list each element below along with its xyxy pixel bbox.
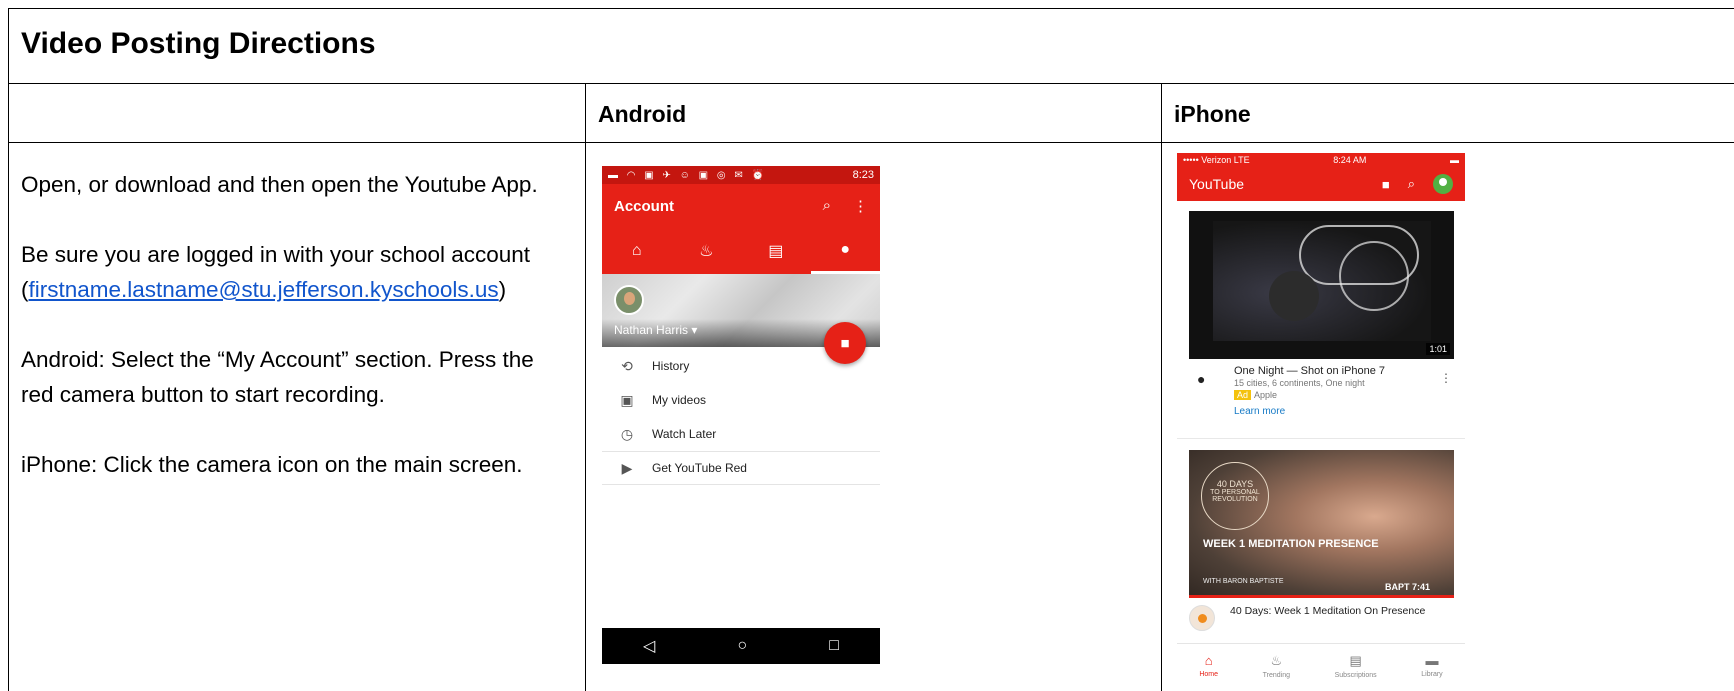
- apple-logo-icon: ●: [1197, 371, 1206, 387]
- progress-bar: [1189, 595, 1454, 598]
- android-tab-bar: ⌂ ♨ ▤ ●: [602, 228, 880, 274]
- iphone-time: 8:24 AM: [1333, 155, 1367, 165]
- login-text-end: ): [498, 277, 507, 302]
- account-name-text: Nathan Harris: [614, 323, 689, 337]
- header-blank-cell: [9, 84, 586, 143]
- iphone-screenshot-cell: ••••• Verizon LTE 8:24 AM ▬ YouTube ■ ⌕ …: [1162, 143, 1734, 691]
- ad-label: Ad Apple: [1234, 390, 1277, 400]
- folder-icon: ▬: [1425, 653, 1439, 668]
- battery-icon: ▬: [1450, 155, 1459, 165]
- iphone-screenshot: ••••• Verizon LTE 8:24 AM ▬ YouTube ■ ⌕ …: [1177, 153, 1465, 687]
- android-app-bar: Account ⌕ ⋮: [602, 184, 880, 228]
- more-vert-icon[interactable]: ⋮: [853, 197, 868, 215]
- record-camera-button[interactable]: ■: [824, 322, 866, 364]
- badge-sub: TO PERSONAL REVOLUTION: [1210, 489, 1260, 503]
- video-subtitle: 15 cities, 6 continents, One night: [1234, 378, 1365, 388]
- search-icon[interactable]: ⌕: [823, 197, 831, 215]
- avatar: [614, 285, 644, 315]
- android-nav-bar: ◁ ○ □: [602, 628, 880, 664]
- thumbnail-figure: [1269, 271, 1319, 321]
- android-screenshot-cell: ▬ ◠ ▣ ✈ ☺ ▣ ◎ ✉ ⏰ 8:23 Account ⌕ ⋮ ⌂ ♨ ▤ …: [586, 143, 1162, 691]
- instruction-android: Android: Select the “My Account” section…: [21, 347, 534, 407]
- menu-label: Get YouTube Red: [652, 461, 747, 475]
- thumbnail-with-text: WITH BARON BAPTISTE: [1203, 578, 1284, 585]
- tab-label: Home: [1199, 671, 1218, 678]
- menu-item-my-videos[interactable]: ▣ My videos: [602, 383, 880, 417]
- iphone-header: iPhone: [1174, 101, 1251, 127]
- account-tab-icon[interactable]: ●: [810, 228, 880, 274]
- thumbnail-neon: [1339, 241, 1409, 311]
- trending-icon: ♨: [1270, 652, 1283, 668]
- android-screenshot: ▬ ◠ ▣ ✈ ☺ ▣ ◎ ✉ ⏰ 8:23 Account ⌕ ⋮ ⌂ ♨ ▤ …: [602, 166, 880, 664]
- video-duration: 1:01: [1426, 343, 1450, 355]
- video-1-meta: ● One Night — Shot on iPhone 7 15 cities…: [1189, 365, 1454, 425]
- video-duration: BAPT 7:41: [1384, 582, 1430, 592]
- instructions-cell: Open, or download and then open the Yout…: [9, 143, 586, 691]
- menu-label: Watch Later: [652, 427, 717, 441]
- iphone-tab-bar: ⌂ Home ♨ Trending ▤ Subscriptions ▬ Library: [1177, 643, 1465, 687]
- menu-label: History: [652, 359, 690, 373]
- camera-icon: ■: [840, 334, 850, 352]
- status-icons: ▬ ◠ ▣ ✈ ☺ ▣ ◎ ✉ ⏰: [608, 169, 767, 181]
- home-tab-icon[interactable]: ⌂: [602, 228, 672, 274]
- thumbnail-overlay-text: WEEK 1 MEDITATION PRESENCE: [1203, 538, 1379, 550]
- instruction-iphone: iPhone: Click the camera icon on the mai…: [21, 452, 523, 477]
- subscriptions-tab-icon[interactable]: ▤: [741, 228, 811, 274]
- tab-label: Trending: [1262, 671, 1290, 679]
- my-videos-icon: ▣: [620, 391, 634, 408]
- tab-trending[interactable]: ♨ Trending: [1263, 653, 1290, 679]
- clock-icon: ◷: [620, 425, 634, 442]
- more-vert-icon[interactable]: ⋮: [1440, 371, 1452, 385]
- tab-subscriptions[interactable]: ▤ Subscriptions: [1335, 653, 1377, 679]
- video-thumbnail-2[interactable]: 40 DAYS TO PERSONAL REVOLUTION WEEK 1 MED…: [1189, 450, 1454, 598]
- divider: [1177, 438, 1465, 439]
- header-android-cell: Android: [586, 84, 1162, 143]
- advertiser: Apple: [1254, 390, 1278, 400]
- header-iphone-cell: iPhone: [1162, 84, 1734, 143]
- search-icon[interactable]: ⌕: [1408, 176, 1415, 192]
- video-title[interactable]: 40 Days: Week 1 Meditation On Presence: [1230, 605, 1425, 617]
- back-icon[interactable]: ◁: [643, 636, 655, 656]
- account-avatar-icon[interactable]: [1433, 174, 1453, 194]
- ad-badge: Ad: [1234, 390, 1252, 400]
- tab-label: Subscriptions: [1334, 671, 1377, 679]
- youtube-title: YouTube: [1189, 176, 1245, 192]
- iphone-app-bar: YouTube ■ ⌕: [1177, 167, 1465, 201]
- page-title: Video Posting Directions: [21, 27, 376, 60]
- youtube-play-icon: ▶: [621, 459, 633, 476]
- video-title[interactable]: One Night — Shot on iPhone 7: [1234, 365, 1385, 377]
- school-email-link[interactable]: firstname.lastname@stu.jefferson.kyschoo…: [29, 277, 499, 302]
- menu-item-youtube-red[interactable]: ▶ Get YouTube Red: [602, 451, 880, 485]
- title-cell: Video Posting Directions: [9, 9, 1734, 84]
- thumbnail-badge: 40 DAYS TO PERSONAL REVOLUTION: [1201, 462, 1269, 530]
- camera-icon[interactable]: ■: [1382, 177, 1390, 192]
- trending-tab-icon[interactable]: ♨: [672, 228, 742, 274]
- android-app-title: Account: [614, 197, 674, 215]
- video-thumbnail-1[interactable]: 1:01: [1189, 211, 1454, 359]
- carrier-text: ••••• Verizon LTE: [1183, 155, 1250, 165]
- learn-more-link[interactable]: Learn more: [1234, 406, 1285, 417]
- channel-avatar[interactable]: [1189, 605, 1215, 631]
- android-header: Android: [598, 101, 687, 127]
- home-circle-icon[interactable]: ○: [737, 637, 747, 655]
- iphone-status-bar: ••••• Verizon LTE 8:24 AM ▬: [1177, 153, 1465, 167]
- directions-table: Video Posting Directions Android iPhone …: [8, 8, 1734, 691]
- instructions: Open, or download and then open the Yout…: [21, 167, 566, 517]
- home-icon: ⌂: [1204, 653, 1213, 668]
- menu-label: My videos: [652, 393, 707, 407]
- tab-home[interactable]: ⌂ Home: [1199, 653, 1218, 678]
- android-status-bar: ▬ ◠ ▣ ✈ ☺ ▣ ◎ ✉ ⏰ 8:23: [602, 166, 880, 184]
- instruction-open-app: Open, or download and then open the Yout…: [21, 172, 538, 197]
- history-icon: ⟲: [621, 357, 633, 374]
- account-name[interactable]: Nathan Harris ▾: [614, 323, 697, 337]
- recents-icon[interactable]: □: [829, 637, 839, 655]
- instruction-login: Be sure you are logged in with your scho…: [21, 237, 566, 307]
- tab-library[interactable]: ▬ Library: [1421, 653, 1442, 678]
- tab-label: Library: [1421, 671, 1443, 678]
- account-menu: ⟲ History ▣ My videos ◷ Watch Later ▶ Get Yo…: [602, 349, 880, 485]
- status-time: 8:23: [852, 169, 874, 181]
- badge-days: 40 DAYS: [1216, 479, 1254, 489]
- menu-item-watch-later[interactable]: ◷ Watch Later: [602, 417, 880, 451]
- subscriptions-icon: ▤: [1349, 652, 1362, 668]
